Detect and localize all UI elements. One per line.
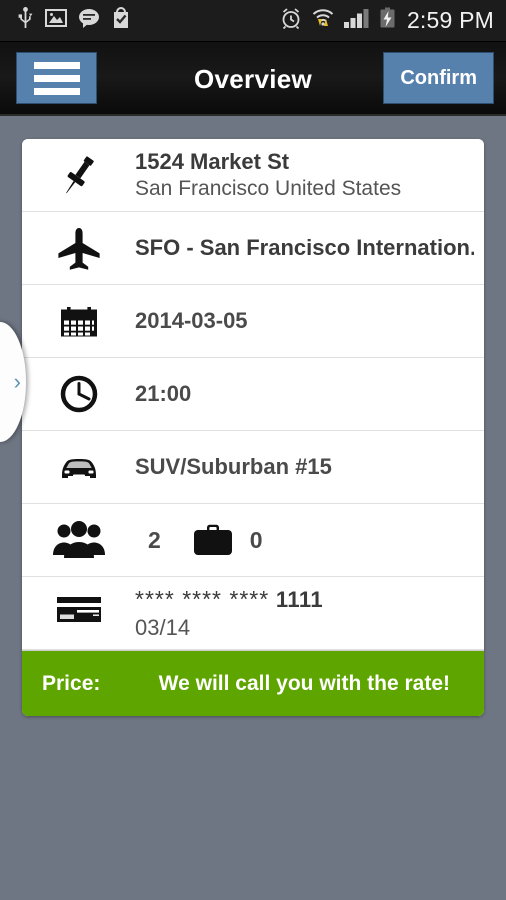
status-bar-right-icons: 2:59 PM (280, 7, 506, 34)
list-item-time[interactable]: 21:00 (22, 358, 484, 431)
action-bar: Overview Confirm (0, 42, 506, 116)
passenger-count-group: 2 (22, 517, 161, 563)
pushpin-icon (22, 149, 135, 201)
card-number-mask: **** **** **** (135, 585, 270, 612)
card-expiry: 03/14 (135, 614, 191, 640)
hamburger-menu-icon (33, 61, 80, 69)
checked-bag-icon (111, 7, 131, 34)
status-bar: 2:59 PM (0, 0, 506, 42)
time-text: 21:00 (135, 381, 484, 407)
list-item-payment[interactable]: **** **** **** 1111 03/14 (22, 577, 484, 650)
passenger-count-value: 2 (148, 526, 161, 553)
chevron-right-icon: › (13, 369, 21, 394)
list-item-counts[interactable]: 2 0 (22, 504, 484, 577)
car-icon (22, 441, 135, 493)
message-icon (78, 8, 100, 33)
status-bar-clock: 2:59 PM (406, 7, 494, 33)
list-item-date[interactable]: 2014-03-05 (22, 285, 484, 358)
battery-charging-icon (379, 7, 396, 34)
alarm-icon (280, 7, 302, 34)
destination-label: SFO - San Francisco Internation... (135, 235, 474, 260)
list-item-vehicle[interactable]: SUV/Suburban #15 (22, 431, 484, 504)
date-text: 2014-03-05 (135, 308, 484, 334)
pickup-address-line2: San Francisco United States (135, 177, 402, 200)
people-icon (22, 517, 135, 563)
price-label: Price: (42, 671, 101, 695)
luggage-count-value: 0 (249, 526, 263, 553)
date-value: 2014-03-05 (135, 308, 248, 333)
credit-card-icon (22, 591, 135, 635)
hamburger-menu-button[interactable] (16, 52, 97, 104)
hamburger-menu-icon-bar3 (33, 87, 80, 95)
usb-icon (17, 7, 34, 34)
airplane-icon (22, 222, 135, 274)
time-value: 21:00 (135, 381, 192, 406)
pickup-address-line1: 1524 Market St (135, 149, 290, 174)
wifi-icon (311, 7, 335, 34)
clock-icon (22, 368, 135, 420)
confirm-button[interactable]: Confirm (383, 52, 494, 104)
status-bar-left-icons (0, 7, 131, 34)
calendar-icon (22, 295, 135, 347)
signal-icon (343, 7, 370, 34)
image-icon (45, 8, 67, 33)
pickup-address-text: 1524 Market St San Francisco United Stat… (135, 149, 484, 201)
payment-text: **** **** **** 1111 03/14 (135, 586, 484, 641)
briefcase-icon (189, 518, 237, 562)
vehicle-value: SUV/Suburban #15 (135, 454, 332, 479)
list-item-pickup-address[interactable]: 1524 Market St San Francisco United Stat… (22, 139, 484, 212)
luggage-count-group: 0 (161, 518, 263, 562)
card-number-last4: 1111 (275, 586, 324, 612)
destination-text: SFO - San Francisco Internation... (135, 235, 484, 261)
booking-overview-card: 1524 Market St San Francisco United Stat… (22, 139, 484, 716)
card-number: **** **** **** 1111 (135, 586, 474, 613)
vehicle-text: SUV/Suburban #15 (135, 454, 484, 480)
list-item-destination[interactable]: SFO - San Francisco Internation... (22, 212, 484, 285)
hamburger-menu-icon-bar2 (33, 74, 80, 82)
price-value: We will call you with the rate! (158, 671, 450, 695)
price-bar: Price: We will call you with the rate! (22, 650, 484, 716)
